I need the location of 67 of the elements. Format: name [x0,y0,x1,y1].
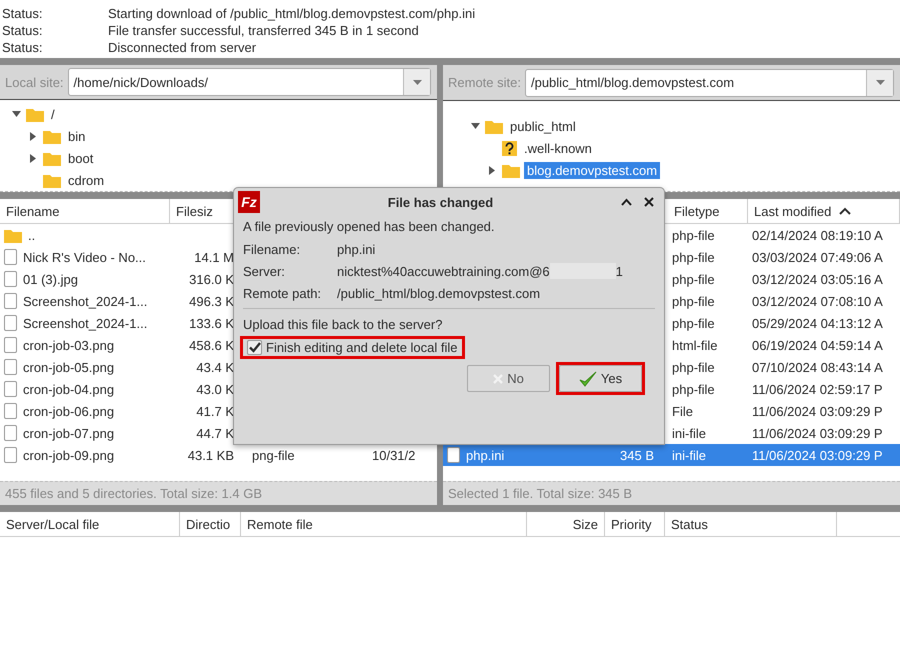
file-size: 44.7 K [196,426,234,440]
file-name: cron-job-06.png [23,404,114,418]
log-message: Disconnected from server [108,39,256,56]
file-name: 01 (3).jpg [23,272,78,286]
file-name: cron-job-09.png [23,448,114,462]
file-type: php-file [672,272,715,286]
app-logo: Fz [238,191,260,213]
file-modified-date: 03/12/2024 07:08:10 A [752,294,883,308]
file-name: Nick R's Video - No... [23,250,146,264]
file-type: html-file [672,338,718,352]
file-name: cron-job-07.png [23,426,114,440]
log-label: Status: [2,5,44,22]
file-type: php-file [672,250,715,264]
file-modified-date: 11/06/2024 03:09:29 P [752,404,883,418]
file-name: cron-job-03.png [23,338,114,352]
file-type: php-file [672,316,715,330]
file-modified-date: 03/03/2024 07:49:06 A [752,250,883,264]
status-text: Selected 1 file. Total size: 345 B [448,486,632,501]
field-label: Filename: [243,242,302,256]
file-name: Screenshot_2024-1... [23,294,148,308]
file-type: ini-file [672,426,706,440]
file-name: Screenshot_2024-1... [23,316,148,330]
file-modified-date: 11/06/2024 03:09:29 P [752,448,883,462]
site-label: Local site: [5,74,64,90]
file-type: php-file [672,382,715,396]
status-text: 455 files and 5 directories. Total size: 1.4 GB [5,486,262,501]
log-label: Status: [2,39,44,56]
log-message: Starting download of /public_html/blog.demovpstest.com/php.ini [108,5,476,22]
file-type: php-file [672,228,715,242]
file-modified-date: 05/29/2024 04:13:12 A [752,316,883,330]
file-type: png-file [252,448,295,462]
file-name: cron-job-05.png [23,360,114,374]
file-size: 43.1 KB [188,448,234,462]
file-size: 43.0 K [196,382,234,396]
file-modified-date: 07/10/2024 08:43:14 A [752,360,883,374]
file-size: 43.4 K [196,360,234,374]
log-message: File transfer successful, transferred 345 B in 1 second [108,22,419,39]
file-size: 345 B [620,448,654,462]
log-label: Status: [2,22,44,39]
file-type: File [672,404,693,418]
file-size: 316.0 K [189,272,234,286]
field-value: /public_html/blog.demovpstest.com [337,286,540,300]
site-label: Remote site: [448,75,521,90]
file-modified-date: 11/06/2024 03:09:29 P [752,426,883,440]
file-type: php-file [672,294,715,308]
file-name: .. [28,228,36,242]
field-value: nicktest%40accuwebtraining.com@6 [337,264,550,278]
file-modified-date: 06/19/2024 04:59:14 A [752,338,883,352]
file-type: php-file [672,360,715,374]
dialog-title: File has changed [386,194,494,210]
file-size: 133.6 K [189,316,234,330]
dialog-question: Upload this file back to the server? [243,316,444,334]
file-size: 458.6 K [189,338,234,352]
field-label: Remote path: [243,286,322,300]
file-modified-date: 11/06/2024 02:59:17 P [752,382,883,396]
file-name: cron-job-04.png [23,382,114,396]
file-modified-date: 03/12/2024 03:05:16 A [752,272,883,286]
field-value: php.ini [337,242,376,256]
file-modified-date: 10/31/2 [372,448,416,462]
file-size: 14.1 M [194,250,234,264]
field-value: 1 [616,264,623,278]
file-size: 41.7 K [196,404,234,418]
field-label: Server: [243,264,286,278]
file-type: ini-file [672,448,706,462]
file-name: php.ini [466,448,504,462]
file-size: 496.3 K [189,294,234,308]
file-modified-date: 02/14/2024 08:19:10 A [752,228,883,242]
